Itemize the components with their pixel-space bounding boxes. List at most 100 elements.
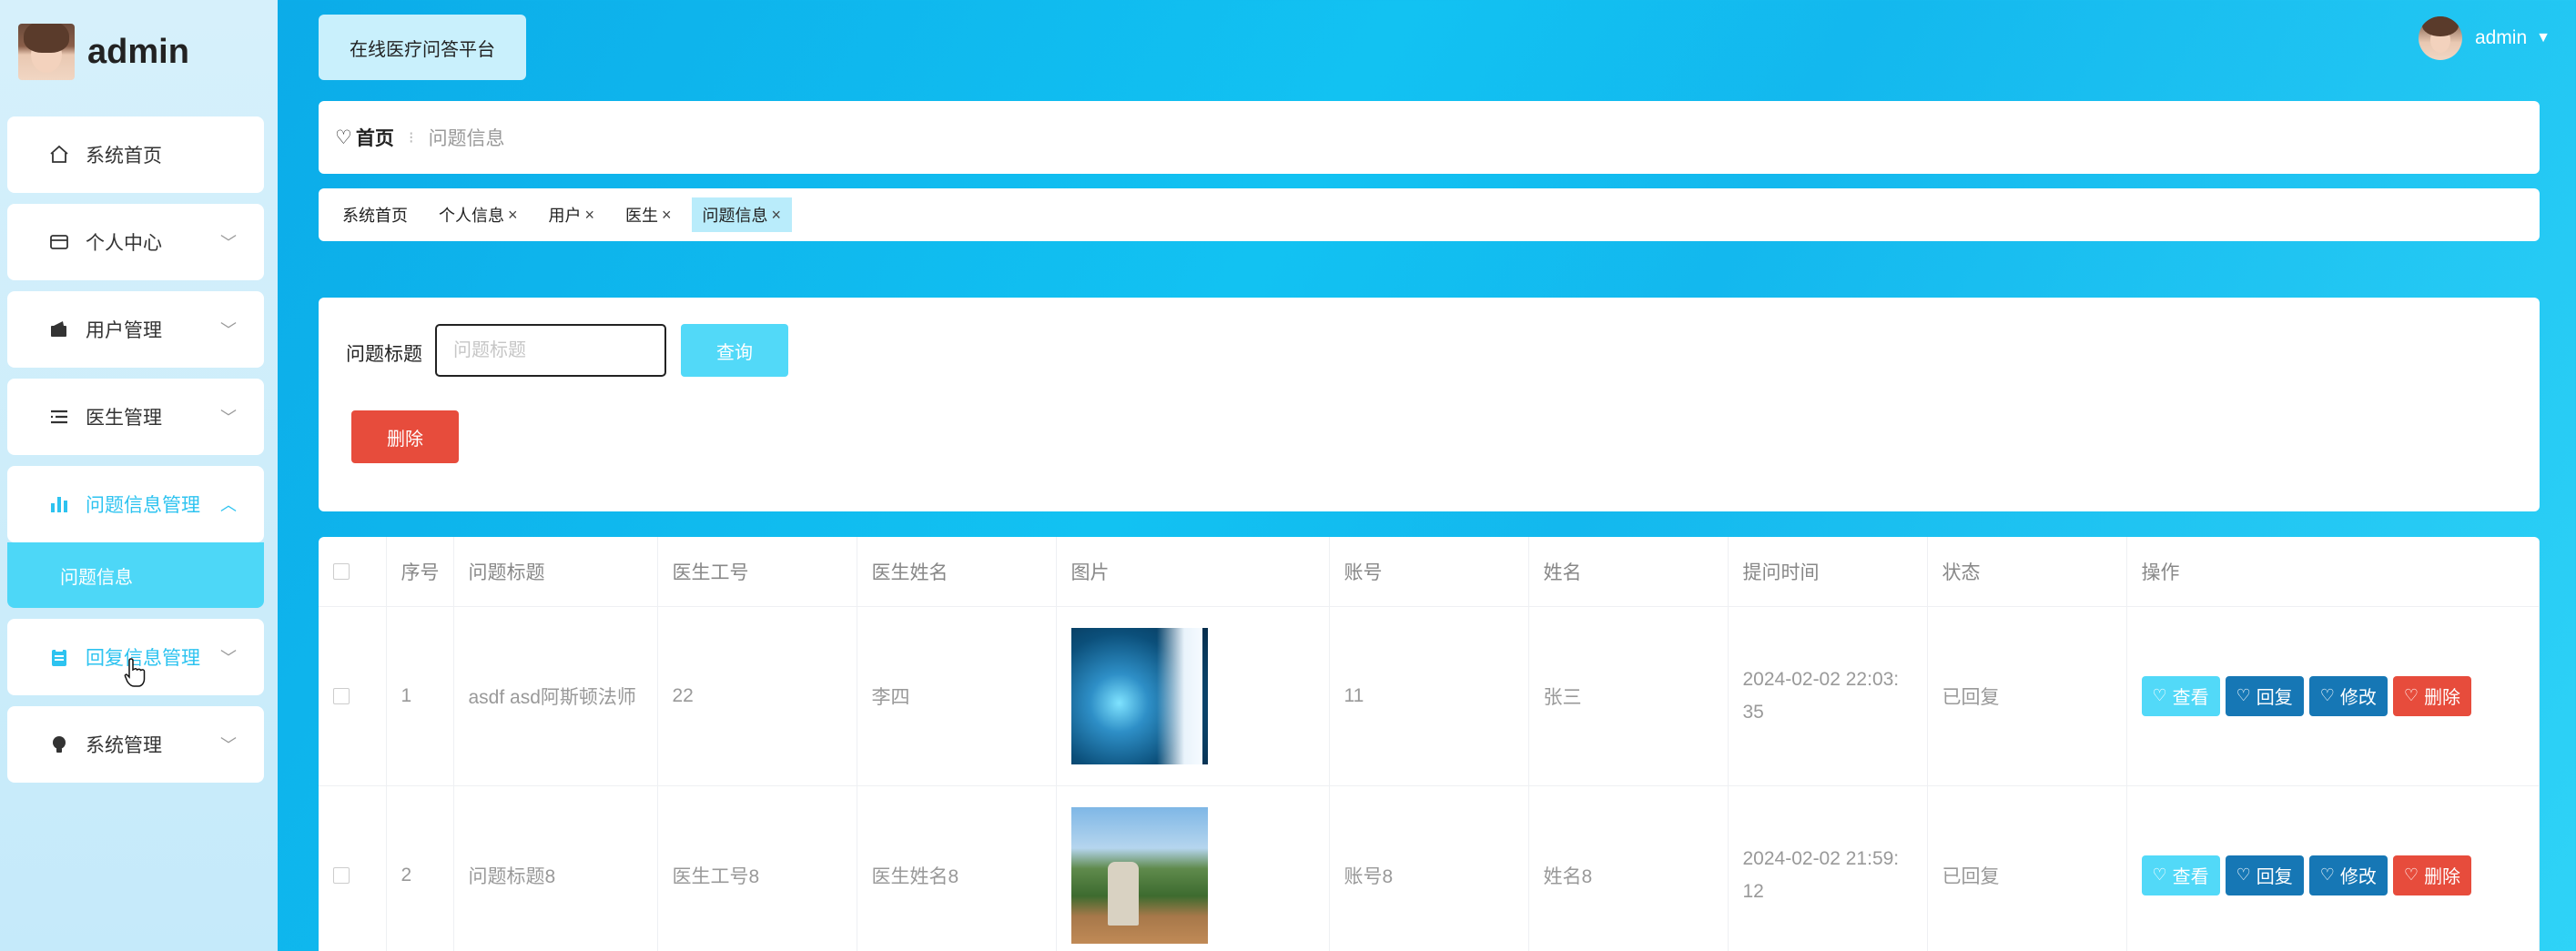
tag-home[interactable]: 系统首页 — [342, 197, 408, 232]
column-header: 姓名 — [1528, 537, 1729, 607]
breadcrumb-current: 问题信息 — [428, 128, 505, 149]
brand-name: admin — [87, 32, 189, 71]
tags-view: 系统首页 个人信息 × 用户 × 医生 × 问题信息 × — [319, 188, 2540, 241]
breadcrumb: ♡ 首页 ⁝ 问题信息 — [319, 101, 2540, 174]
chevron-down-icon: ﹀ — [220, 234, 237, 252]
row-checkbox[interactable] — [333, 687, 350, 704]
table-row: 1 asdf asd阿斯顿法师 22 李四 11 张三 2024-02-02 2… — [319, 606, 2540, 786]
column-header: 序号 — [386, 537, 454, 607]
site-title: 在线医疗问答平台 — [319, 15, 526, 80]
card-icon — [47, 230, 71, 254]
sidebar-subitem-question-info[interactable]: 问题信息 — [7, 542, 264, 608]
column-header: 状态 — [1927, 537, 2127, 607]
reply-button[interactable]: ♡ 回复 — [2225, 855, 2304, 895]
cell-name: 张三 — [1528, 606, 1729, 786]
tag-question-info[interactable]: 问题信息 × — [691, 197, 793, 232]
sidebar-item-label: 系统首页 — [86, 146, 162, 167]
row-select-cell[interactable] — [319, 785, 387, 951]
sidebar: admin 系统首页 个人中心 ﹀ 用户管理 ﹀ 医生管理 ﹀ 问题信息管理 ︿… — [0, 0, 278, 951]
cell-status: 已回复 — [1927, 785, 2127, 951]
heart-icon: ♡ — [2403, 865, 2419, 884]
heart-icon: ♡ — [2403, 686, 2419, 704]
image-thumbnail[interactable] — [1070, 806, 1208, 944]
button-label: 回复 — [2256, 867, 2293, 887]
close-icon[interactable]: × — [508, 206, 518, 225]
cell-doctor-name: 医生姓名8 — [857, 785, 1057, 951]
cell-index: 2 — [386, 785, 454, 951]
tag-label: 问题信息 — [702, 207, 768, 225]
sidebar-item-question-management[interactable]: 问题信息管理 ︿ — [7, 466, 264, 542]
search-input[interactable] — [435, 324, 666, 377]
sidebar-menu: 系统首页 个人中心 ﹀ 用户管理 ﹀ 医生管理 ﹀ 问题信息管理 ︿ 问题信息 … — [7, 116, 264, 794]
admin-avatar — [18, 24, 75, 80]
tag-doctor[interactable]: 医生 × — [625, 197, 672, 232]
heart-icon: ♡ — [2236, 686, 2251, 704]
button-label: 查看 — [2172, 688, 2209, 708]
sidebar-item-user-management[interactable]: 用户管理 ﹀ — [7, 291, 264, 368]
view-button[interactable]: ♡ 查看 — [2141, 855, 2220, 895]
edit-button[interactable]: ♡ 修改 — [2308, 675, 2388, 716]
tag-label: 医生 — [625, 207, 659, 225]
cell-name: 姓名8 — [1528, 785, 1729, 951]
breadcrumb-home[interactable]: ♡ 首页 — [335, 124, 394, 151]
column-header: 操作 — [2126, 537, 2540, 607]
cell-index: 1 — [386, 606, 454, 786]
bar-chart-icon — [47, 492, 71, 516]
select-all-checkbox[interactable] — [333, 563, 350, 581]
column-header: 提问时间 — [1728, 537, 1928, 607]
tag-personal-info[interactable]: 个人信息 × — [439, 197, 518, 232]
lightbulb-icon — [47, 733, 71, 756]
view-button[interactable]: ♡ 查看 — [2141, 675, 2220, 716]
user-menu[interactable]: admin ▼ — [2418, 16, 2551, 60]
cell-status: 已回复 — [1927, 606, 2127, 786]
row-select-cell[interactable] — [319, 606, 387, 786]
sidebar-item-label: 个人中心 — [86, 233, 162, 254]
heart-icon: ♡ — [2236, 865, 2251, 884]
edit-button[interactable]: ♡ 修改 — [2308, 855, 2388, 895]
row-checkbox[interactable] — [333, 866, 350, 884]
sidebar-item-home[interactable]: 系统首页 — [7, 116, 264, 193]
cell-account: 11 — [1329, 606, 1529, 786]
button-label: 回复 — [2256, 688, 2293, 708]
batch-delete-button[interactable]: 删除 — [351, 410, 459, 463]
close-icon[interactable]: × — [662, 206, 672, 225]
tag-label: 系统首页 — [342, 207, 408, 225]
image-thumbnail[interactable] — [1070, 627, 1208, 764]
user-avatar — [2418, 16, 2462, 60]
heart-icon: ♡ — [2152, 686, 2167, 704]
sidebar-item-label: 系统管理 — [86, 735, 162, 756]
caret-down-icon: ▼ — [2536, 30, 2551, 46]
close-icon[interactable]: × — [585, 206, 595, 225]
button-label: 查看 — [2172, 867, 2209, 887]
column-header: 医生工号 — [657, 537, 857, 607]
cell-actions: ♡ 查看 ♡ 回复 ♡ 修改 ♡ 删除 — [2126, 785, 2540, 951]
heart-icon: ♡ — [2319, 686, 2335, 704]
username: admin — [2474, 27, 2528, 48]
sidebar-item-system-management[interactable]: 系统管理 ﹀ — [7, 706, 264, 783]
submenu-label: 问题信息 — [60, 567, 133, 588]
tag-user[interactable]: 用户 × — [549, 197, 595, 232]
query-button[interactable]: 查询 — [681, 324, 788, 377]
cell-time: 2024-02-02 21:59: 12 — [1728, 785, 1928, 951]
sidebar-item-reply-management[interactable]: 回复信息管理 ﹀ — [7, 619, 264, 695]
reply-button[interactable]: ♡ 回复 — [2225, 675, 2304, 716]
cell-doctor-name: 李四 — [857, 606, 1057, 786]
search-panel: 问题标题 查询 删除 — [319, 298, 2540, 511]
cell-doctor-id: 医生工号8 — [657, 785, 857, 951]
delete-button[interactable]: ♡ 删除 — [2392, 675, 2472, 716]
sidebar-item-label: 用户管理 — [86, 320, 162, 341]
sidebar-item-label: 问题信息管理 — [86, 495, 200, 516]
sidebar-item-doctor-management[interactable]: 医生管理 ﹀ — [7, 379, 264, 455]
sidebar-item-personal-center[interactable]: 个人中心 ﹀ — [7, 204, 264, 280]
breadcrumb-home-label: 首页 — [355, 128, 394, 149]
brand: admin — [18, 23, 189, 81]
cell-image — [1056, 606, 1330, 786]
close-icon[interactable]: × — [772, 206, 782, 225]
chevron-down-icon: ﹀ — [220, 736, 237, 754]
delete-button[interactable]: ♡ 删除 — [2392, 855, 2472, 895]
select-all-cell[interactable] — [319, 537, 387, 607]
home-icon — [47, 143, 71, 167]
button-label: 删除 — [2424, 867, 2461, 887]
heart-icon: ♡ — [335, 126, 352, 148]
table-header-row: 序号 问题标题 医生工号 医生姓名 图片 账号 姓名 提问时间 状态 操作 — [319, 537, 2540, 607]
